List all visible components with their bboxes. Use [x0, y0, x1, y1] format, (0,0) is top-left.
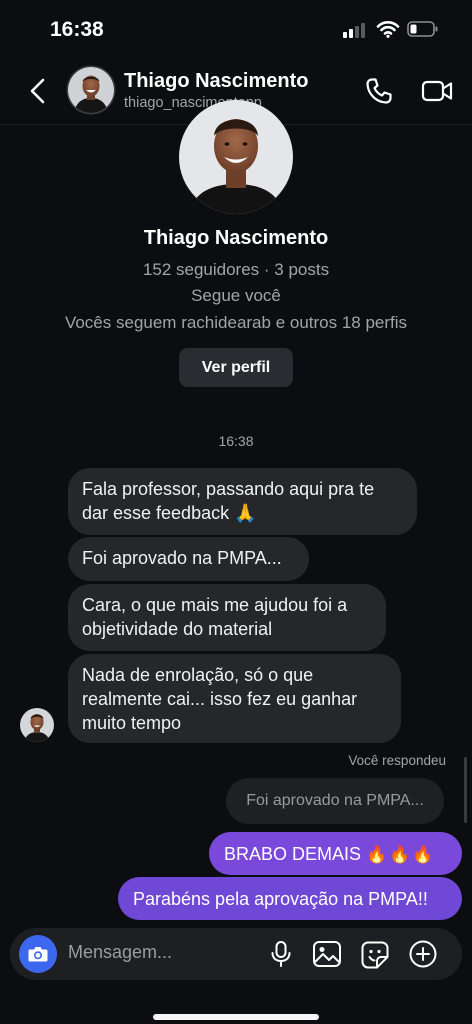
avatar[interactable]	[68, 67, 114, 113]
profile-name: Thiago Nascimento	[143, 227, 329, 249]
follows-you-label: Segue você	[191, 286, 281, 305]
image-icon[interactable]	[312, 940, 342, 968]
cellular-signal-icon	[343, 22, 369, 38]
incoming-message[interactable]: Nada de enrolação, só o que realmente ca…	[68, 654, 401, 743]
contact-name[interactable]: Thiago Nascimento	[124, 70, 308, 93]
incoming-message[interactable]: Fala professor, passando aqui pra te dar…	[68, 468, 417, 535]
reply-indicator-bar	[464, 757, 467, 823]
incoming-message[interactable]: Foi aprovado na PMPA...	[68, 537, 309, 581]
incoming-message[interactable]: Cara, o que mais me ajudou foi a objetiv…	[68, 584, 386, 651]
view-profile-button[interactable]: Ver perfil	[179, 348, 293, 387]
home-indicator[interactable]	[153, 1014, 319, 1020]
message-composer: Mensagem...	[10, 928, 462, 980]
profile-avatar[interactable]	[179, 100, 293, 214]
outgoing-message-text: BRABO DEMAIS	[224, 844, 362, 864]
sticker-icon[interactable]	[360, 940, 390, 970]
status-bar: 16:38	[0, 0, 472, 56]
status-time: 16:38	[50, 18, 104, 41]
profile-stats: 152 seguidores · 3 posts	[142, 260, 330, 279]
fire-emoji: 🔥🔥🔥	[366, 845, 436, 864]
phone-icon[interactable]	[364, 76, 394, 106]
microphone-icon[interactable]	[267, 940, 295, 968]
sender-avatar[interactable]	[20, 708, 54, 742]
video-camera-icon[interactable]	[421, 77, 453, 105]
quoted-message[interactable]: Foi aprovado na PMPA...	[226, 778, 444, 824]
camera-icon[interactable]	[19, 935, 57, 973]
message-input[interactable]: Mensagem...	[68, 942, 172, 963]
outgoing-message[interactable]: Parabéns pela aprovação na PMPA!!	[118, 877, 462, 920]
mutual-followers: Vocês seguem rachidearab e outros 18 per…	[64, 313, 408, 332]
outgoing-message[interactable]: BRABO DEMAIS 🔥🔥🔥	[209, 832, 462, 875]
chevron-left-icon[interactable]	[24, 76, 52, 106]
wifi-icon	[376, 21, 400, 38]
plus-icon[interactable]	[408, 939, 438, 969]
battery-icon	[407, 21, 438, 37]
message-timestamp: 16:38	[218, 433, 254, 449]
replied-label: Você respondeu	[348, 753, 446, 768]
